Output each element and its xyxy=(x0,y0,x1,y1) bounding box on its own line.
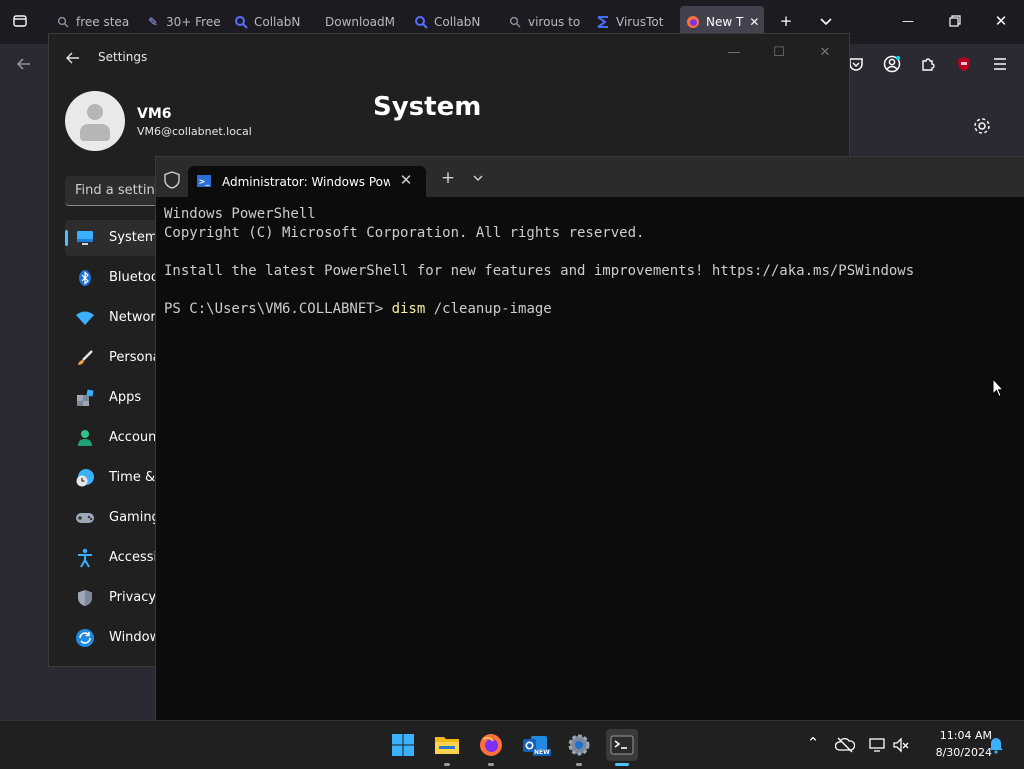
nav-label: Gaming xyxy=(109,510,160,525)
user-email: VM6@collabnet.local xyxy=(137,125,252,138)
notification-bell-icon[interactable] xyxy=(986,735,1006,755)
close-tab-icon[interactable]: ✕ xyxy=(749,15,759,29)
clock-globe-icon xyxy=(75,468,95,488)
new-badge: NEW xyxy=(533,749,551,756)
bluetooth-icon xyxy=(75,268,95,288)
tab-overview-icon[interactable] xyxy=(9,10,31,32)
new-terminal-tab-button[interactable]: + xyxy=(440,168,456,188)
ublock-origin-icon[interactable] xyxy=(954,54,974,74)
extensions-icon[interactable] xyxy=(918,54,938,74)
clock-date[interactable]: 8/30/2024 xyxy=(918,746,992,759)
accessibility-icon xyxy=(75,548,95,568)
terminal-tab-active[interactable]: >_ Administrator: Windows PowerShell ✕ xyxy=(188,166,426,197)
monitor-icon xyxy=(75,228,95,248)
terminal-tab-title: Administrator: Windows PowerShell xyxy=(222,175,390,189)
gamepad-icon xyxy=(75,508,95,528)
firefox-icon xyxy=(480,734,502,756)
terminal-line: Copyright (C) Microsoft Corporation. All… xyxy=(164,225,645,241)
firefox-icon xyxy=(686,15,700,29)
minimize-button[interactable]: — xyxy=(897,10,919,32)
virustotal-icon xyxy=(596,15,610,29)
windows-logo-icon xyxy=(392,734,414,756)
settings-taskbar-button[interactable] xyxy=(563,729,595,766)
back-arrow-icon[interactable] xyxy=(63,48,83,68)
brush-icon xyxy=(75,348,95,368)
update-icon xyxy=(75,628,95,648)
page-title: System xyxy=(373,92,482,122)
settings-app-title: Settings xyxy=(98,50,148,64)
terminal-window: >_ Administrator: Windows PowerShell ✕ +… xyxy=(155,156,1024,721)
gear-icon[interactable] xyxy=(972,116,992,136)
firefox-taskbar-button[interactable] xyxy=(475,729,507,766)
admin-shield-icon xyxy=(164,171,180,189)
search-icon xyxy=(508,15,522,29)
settings-maximize-button[interactable]: ☐ xyxy=(764,42,794,62)
chevron-down-icon[interactable] xyxy=(470,170,486,186)
clock-time[interactable]: 11:04 AM xyxy=(918,729,992,742)
terminal-prompt-line: PS C:\Users\VM6.COLLABNET> dism /cleanup… xyxy=(164,300,914,319)
browser-tab-label: VirusTot xyxy=(616,15,664,29)
user-name: VM6 xyxy=(137,106,172,122)
prompt-text: PS C:\Users\VM6.COLLABNET> xyxy=(164,301,392,317)
terminal-line: Install the latest PowerShell for new fe… xyxy=(164,263,915,279)
account-icon[interactable] xyxy=(882,54,902,74)
gear-icon xyxy=(568,734,590,756)
browser-tab-label: 30+ Free xyxy=(166,15,220,29)
close-tab-icon[interactable]: ✕ xyxy=(398,171,414,189)
pen-icon: ✎ xyxy=(147,15,159,29)
restore-button[interactable] xyxy=(944,10,966,32)
powershell-icon: >_ xyxy=(197,175,211,187)
list-all-tabs-icon[interactable] xyxy=(815,10,837,32)
wifi-icon xyxy=(75,308,95,328)
hamburger-menu-icon[interactable] xyxy=(990,54,1010,74)
search-icon xyxy=(56,15,70,29)
search-icon xyxy=(414,15,428,29)
settings-minimize-button[interactable]: — xyxy=(719,42,749,62)
file-explorer-button[interactable] xyxy=(431,729,463,766)
terminal-icon xyxy=(610,735,634,755)
browser-tab-label: New T xyxy=(706,15,744,29)
folder-icon xyxy=(435,737,459,754)
outlook-taskbar-button[interactable]: NEW xyxy=(519,729,551,761)
shield-icon xyxy=(75,588,95,608)
browser-tab-label: CollabN xyxy=(434,15,481,29)
browser-tab-label: CollabN xyxy=(254,15,301,29)
terminal-taskbar-button[interactable] xyxy=(606,729,638,766)
back-arrow-icon[interactable] xyxy=(14,54,34,74)
person-icon xyxy=(75,428,95,448)
command-text: dism xyxy=(391,301,426,317)
browser-tab-label: free stea xyxy=(76,15,130,29)
browser-tab-label: DownloadM xyxy=(325,15,396,29)
search-icon xyxy=(234,15,248,29)
nav-label: System xyxy=(109,230,158,245)
terminal-tab-bar: >_ Administrator: Windows PowerShell ✕ + xyxy=(156,157,1024,197)
onedrive-offline-icon[interactable] xyxy=(835,735,855,755)
new-tab-button[interactable]: + xyxy=(775,10,797,32)
taskbar: NEW ⌃ 11:04 AM 8/30/2024 xyxy=(0,720,1024,769)
terminal-line: Windows PowerShell xyxy=(164,206,316,222)
settings-close-button[interactable]: ✕ xyxy=(810,42,840,62)
browser-tab-label: virous to xyxy=(528,15,581,29)
nav-label: Apps xyxy=(109,390,142,405)
mouse-pointer-icon xyxy=(992,377,1005,398)
show-hidden-icons-button[interactable]: ⌃ xyxy=(803,733,823,753)
volume-muted-icon[interactable] xyxy=(891,735,911,755)
network-icon[interactable] xyxy=(867,735,887,755)
command-args: /cleanup-image xyxy=(425,301,552,317)
settings-title-bar: Settings — ☐ ✕ xyxy=(49,34,849,82)
start-button[interactable] xyxy=(387,729,419,761)
avatar[interactable] xyxy=(65,91,125,151)
apps-icon xyxy=(75,388,95,408)
terminal-output[interactable]: Windows PowerShell Copyright (C) Microsof… xyxy=(164,205,914,319)
close-button[interactable]: ✕ xyxy=(990,10,1012,32)
